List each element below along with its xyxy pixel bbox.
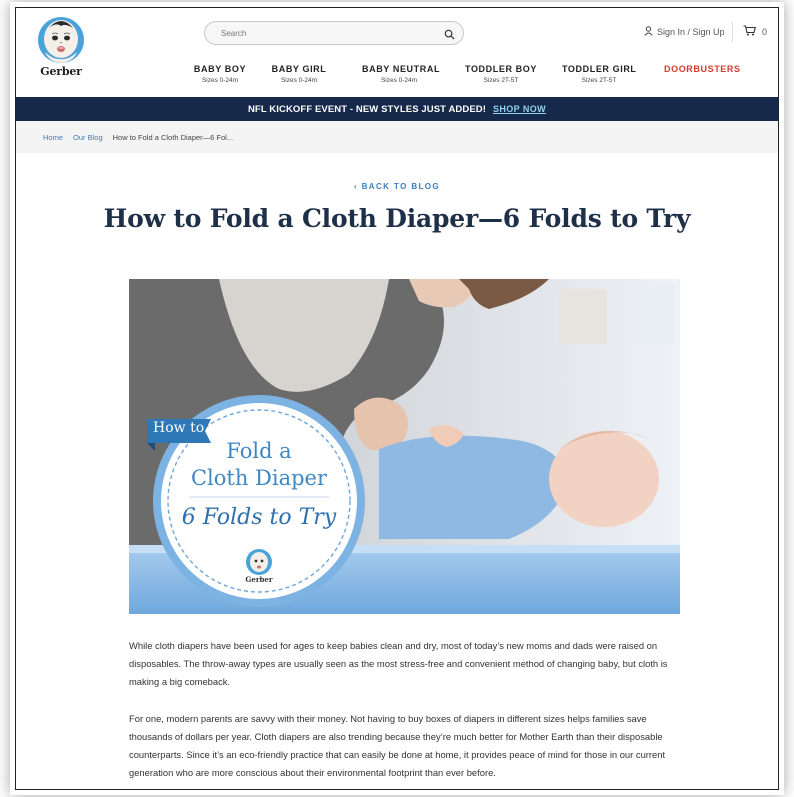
account-label: Sign In / Sign Up	[657, 27, 725, 37]
breadcrumb: Home Our Blog How to Fold a Cloth Diaper…	[16, 121, 778, 153]
badge-brand: Gerber	[245, 575, 273, 584]
main-nav: BABY BOY Sizes 0-24m BABY GIRL Sizes 0-2…	[186, 64, 746, 92]
gerber-logo[interactable]: Gerber	[32, 14, 90, 88]
shop-now-link[interactable]: SHOP NOW	[493, 104, 546, 114]
cart-count: 0	[762, 26, 768, 37]
badge-ribbon-text: How to	[153, 420, 205, 436]
search-input[interactable]	[205, 22, 435, 44]
nav-item-baby-girl[interactable]: BABY GIRL Sizes 0-24m	[271, 64, 327, 84]
browser-page: Gerber Sign In / Sign Up 0 BABY BOY Size…	[16, 8, 778, 789]
cart-icon	[743, 25, 757, 38]
back-to-blog-link[interactable]: ‹ BACK TO BLOG	[16, 182, 778, 191]
breadcrumb-blog[interactable]: Our Blog	[73, 133, 103, 142]
breadcrumb-current: How to Fold a Cloth Diaper—6 Fol...	[112, 132, 234, 142]
nav-item-title: DOORBUSTERS	[664, 64, 741, 74]
nav-item-sizes: Sizes 0-24m	[380, 77, 418, 84]
nav-item-title: BABY GIRL	[271, 64, 327, 74]
badge-line1: Fold a	[226, 439, 292, 463]
article-body: While cloth diapers have been used for a…	[129, 637, 689, 789]
gerber-logo-text: Gerber	[40, 65, 82, 78]
nav-item-baby-neutral[interactable]: BABY NEUTRAL Sizes 0-24m	[362, 64, 441, 84]
nav-item-title: TODDLER GIRL	[562, 64, 637, 74]
hero-image: How to Fold a Cloth Diaper 6 Folds to Tr…	[129, 279, 680, 614]
nav-item-sizes: Sizes 0-24m	[280, 77, 318, 84]
nav-item-title: BABY NEUTRAL	[362, 64, 441, 74]
promo-message: NFL KICKOFF EVENT - NEW STYLES JUST ADDE…	[247, 103, 486, 115]
badge-line2: Cloth Diaper	[190, 466, 328, 490]
breadcrumb-home[interactable]: Home	[43, 133, 63, 142]
search-box[interactable]	[204, 21, 464, 45]
nav-item-doorbusters[interactable]: DOORBUSTERS	[664, 64, 741, 74]
nav-item-title: TODDLER BOY	[465, 64, 537, 74]
article-paragraph: For one, modern parents are savvy with t…	[129, 712, 666, 779]
search-icon[interactable]	[444, 27, 455, 45]
site-header: Gerber Sign In / Sign Up 0 BABY BOY Size…	[16, 8, 778, 97]
nav-item-toddler-boy[interactable]: TODDLER BOY Sizes 2T-5T	[465, 64, 537, 84]
user-icon	[644, 26, 653, 38]
nav-item-baby-boy[interactable]: BABY BOY Sizes 0-24m	[192, 64, 248, 84]
page-title: How to Fold a Cloth Diaper—6 Folds to Tr…	[103, 204, 691, 233]
badge-line3: 6 Folds to Try	[181, 505, 337, 530]
nav-item-toddler-girl[interactable]: TODDLER GIRL Sizes 2T-5T	[562, 64, 636, 84]
nav-item-sizes: Sizes 2T-5T	[581, 77, 617, 84]
gerber-baby-logo	[38, 17, 84, 63]
promo-banner: NFL KICKOFF EVENT - NEW STYLES JUST ADDE…	[16, 97, 778, 121]
header-divider	[732, 22, 733, 42]
cart-button[interactable]: 0	[743, 25, 767, 38]
article-paragraph: While cloth diapers have been used for a…	[129, 640, 668, 688]
nav-item-title: BABY BOY	[193, 64, 247, 74]
nav-item-sizes: Sizes 0-24m	[201, 77, 239, 84]
account-link[interactable]: Sign In / Sign Up	[644, 26, 725, 38]
nav-item-sizes: Sizes 2T-5T	[483, 77, 519, 84]
